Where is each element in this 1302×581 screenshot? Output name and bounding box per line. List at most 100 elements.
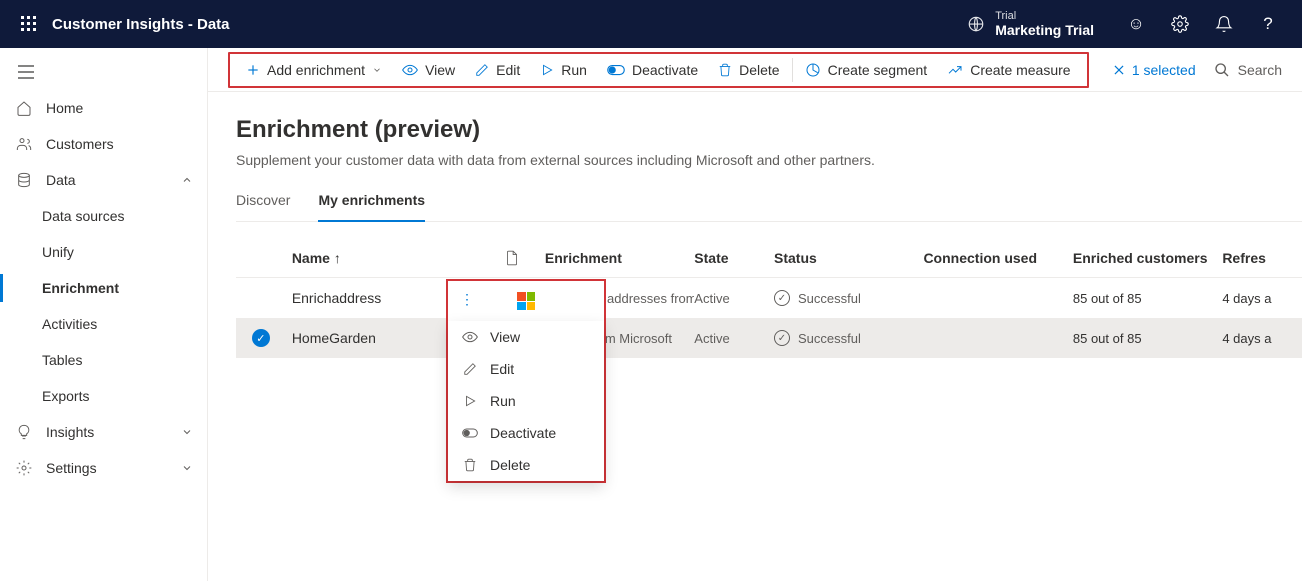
cmd-label: Edit xyxy=(496,62,520,78)
table-row[interactable]: Enrichaddress Enhanced addresses from Mi… xyxy=(236,278,1302,318)
nav-exports[interactable]: Exports xyxy=(0,378,207,414)
more-icon[interactable]: ⋮ xyxy=(460,291,474,308)
page-subtitle: Supplement your customer data with data … xyxy=(236,152,1302,168)
main: Add enrichment View Edit Run Deac xyxy=(208,48,1302,581)
chevron-down-icon xyxy=(181,462,193,474)
context-menu: View Edit Run Deactivate Delete xyxy=(448,321,604,481)
close-icon xyxy=(1112,63,1126,77)
row-checkbox[interactable]: ✓ xyxy=(236,329,286,347)
nav-insights[interactable]: Insights xyxy=(0,414,207,450)
trash-icon xyxy=(718,63,732,77)
check-icon: ✓ xyxy=(774,290,790,306)
nav-settings[interactable]: Settings xyxy=(0,450,207,486)
plus-icon xyxy=(246,63,260,77)
smile-icon[interactable]: ☺ xyxy=(1114,14,1158,34)
nav-home[interactable]: Home xyxy=(0,90,207,126)
row-customers: 85 out of 85 xyxy=(1073,291,1222,306)
col-source-icon[interactable] xyxy=(480,250,545,266)
nav-customers[interactable]: Customers xyxy=(0,126,207,162)
nav-label: Home xyxy=(46,100,83,116)
grid-header: Name ↑ Enrichment State Status Connectio… xyxy=(236,238,1302,278)
search-label: Search xyxy=(1238,62,1282,78)
nav-label: Exports xyxy=(42,388,89,404)
nav-data[interactable]: Data xyxy=(0,162,207,198)
create-measure-button[interactable]: Create measure xyxy=(937,58,1080,82)
col-enrichment[interactable]: Enrichment xyxy=(545,250,694,266)
selection-label: 1 selected xyxy=(1132,62,1196,78)
ctx-label: Run xyxy=(490,393,516,409)
tab-discover[interactable]: Discover xyxy=(236,182,290,221)
add-enrichment-button[interactable]: Add enrichment xyxy=(236,58,392,82)
toggle-icon xyxy=(607,64,625,76)
delete-button[interactable]: Delete xyxy=(708,58,789,82)
page-title: Enrichment (preview) xyxy=(236,116,1302,144)
col-name[interactable]: Name ↑ xyxy=(286,250,480,266)
ctx-delete[interactable]: Delete xyxy=(448,449,604,481)
row-state: Active xyxy=(694,331,774,346)
nav-label: Data sources xyxy=(42,208,124,224)
app-header: Customer Insights - Data Trial Marketing… xyxy=(0,0,1302,48)
cmd-label: Run xyxy=(561,62,587,78)
gear-icon xyxy=(16,460,32,476)
nav-label: Unify xyxy=(42,244,74,260)
nav-activities[interactable]: Activities xyxy=(0,306,207,342)
view-button[interactable]: View xyxy=(392,58,465,82)
play-icon xyxy=(462,394,478,408)
ctx-label: View xyxy=(490,329,520,345)
hamburger-icon[interactable] xyxy=(0,54,207,90)
nav-label: Customers xyxy=(46,136,114,152)
chevron-down-icon xyxy=(181,426,193,438)
ctx-view[interactable]: View xyxy=(448,321,604,353)
col-status[interactable]: Status xyxy=(774,250,923,266)
row-status: ✓Successful xyxy=(774,330,923,346)
row-context-highlight: ⋮ View Edit Run Deactivate Delete xyxy=(446,279,606,483)
nav-tables[interactable]: Tables xyxy=(0,342,207,378)
command-bar: Add enrichment View Edit Run Deac xyxy=(208,48,1302,92)
env-name: Marketing Trial xyxy=(995,22,1094,38)
play-icon xyxy=(540,63,554,77)
create-segment-button[interactable]: Create segment xyxy=(795,58,938,82)
ctx-deactivate[interactable]: Deactivate xyxy=(448,417,604,449)
row-state: Active xyxy=(694,291,774,306)
run-button[interactable]: Run xyxy=(530,58,597,82)
cmd-label: Deactivate xyxy=(632,62,698,78)
col-enriched-customers[interactable]: Enriched customers xyxy=(1073,250,1222,266)
microsoft-logo-icon xyxy=(517,292,535,310)
waffle-icon[interactable] xyxy=(12,16,46,32)
table-row[interactable]: ✓ HomeGarden Brands from Microsoft Activ… xyxy=(236,318,1302,358)
tab-my-enrichments[interactable]: My enrichments xyxy=(318,182,425,222)
selection-count[interactable]: 1 selected xyxy=(1112,62,1196,78)
globe-icon xyxy=(967,15,985,33)
check-icon: ✓ xyxy=(774,330,790,346)
enrichment-grid: Name ↑ Enrichment State Status Connectio… xyxy=(236,238,1302,358)
gear-icon[interactable] xyxy=(1158,15,1202,33)
row-refreshed: 4 days a xyxy=(1222,331,1302,346)
ctx-edit[interactable]: Edit xyxy=(448,353,604,385)
search-button[interactable]: Search xyxy=(1214,62,1294,78)
ctx-run[interactable]: Run xyxy=(448,385,604,417)
divider xyxy=(792,58,793,82)
edit-button[interactable]: Edit xyxy=(465,58,530,82)
row-customers: 85 out of 85 xyxy=(1073,331,1222,346)
chevron-down-icon xyxy=(372,65,382,75)
cmd-label: Create measure xyxy=(970,62,1070,78)
col-refreshed[interactable]: Refres xyxy=(1222,250,1302,266)
col-connection[interactable]: Connection used xyxy=(923,250,1072,266)
help-icon[interactable]: ? xyxy=(1246,14,1290,34)
sidebar: Home Customers Data Data sources Unify E… xyxy=(0,48,208,581)
pencil-icon xyxy=(475,63,489,77)
nav-unify[interactable]: Unify xyxy=(0,234,207,270)
cmd-label: View xyxy=(425,62,455,78)
data-icon xyxy=(16,172,32,188)
command-highlight: Add enrichment View Edit Run Deac xyxy=(228,52,1089,88)
nav-label: Tables xyxy=(42,352,82,368)
environment-picker[interactable]: Trial Marketing Trial xyxy=(967,10,1094,38)
customers-icon xyxy=(16,136,32,152)
nav-data-sources[interactable]: Data sources xyxy=(0,198,207,234)
nav-enrichment[interactable]: Enrichment xyxy=(0,270,207,306)
nav-label: Insights xyxy=(46,424,94,440)
bell-icon[interactable] xyxy=(1202,15,1246,33)
deactivate-button[interactable]: Deactivate xyxy=(597,58,708,82)
col-state[interactable]: State xyxy=(694,250,774,266)
pencil-icon xyxy=(462,362,478,376)
